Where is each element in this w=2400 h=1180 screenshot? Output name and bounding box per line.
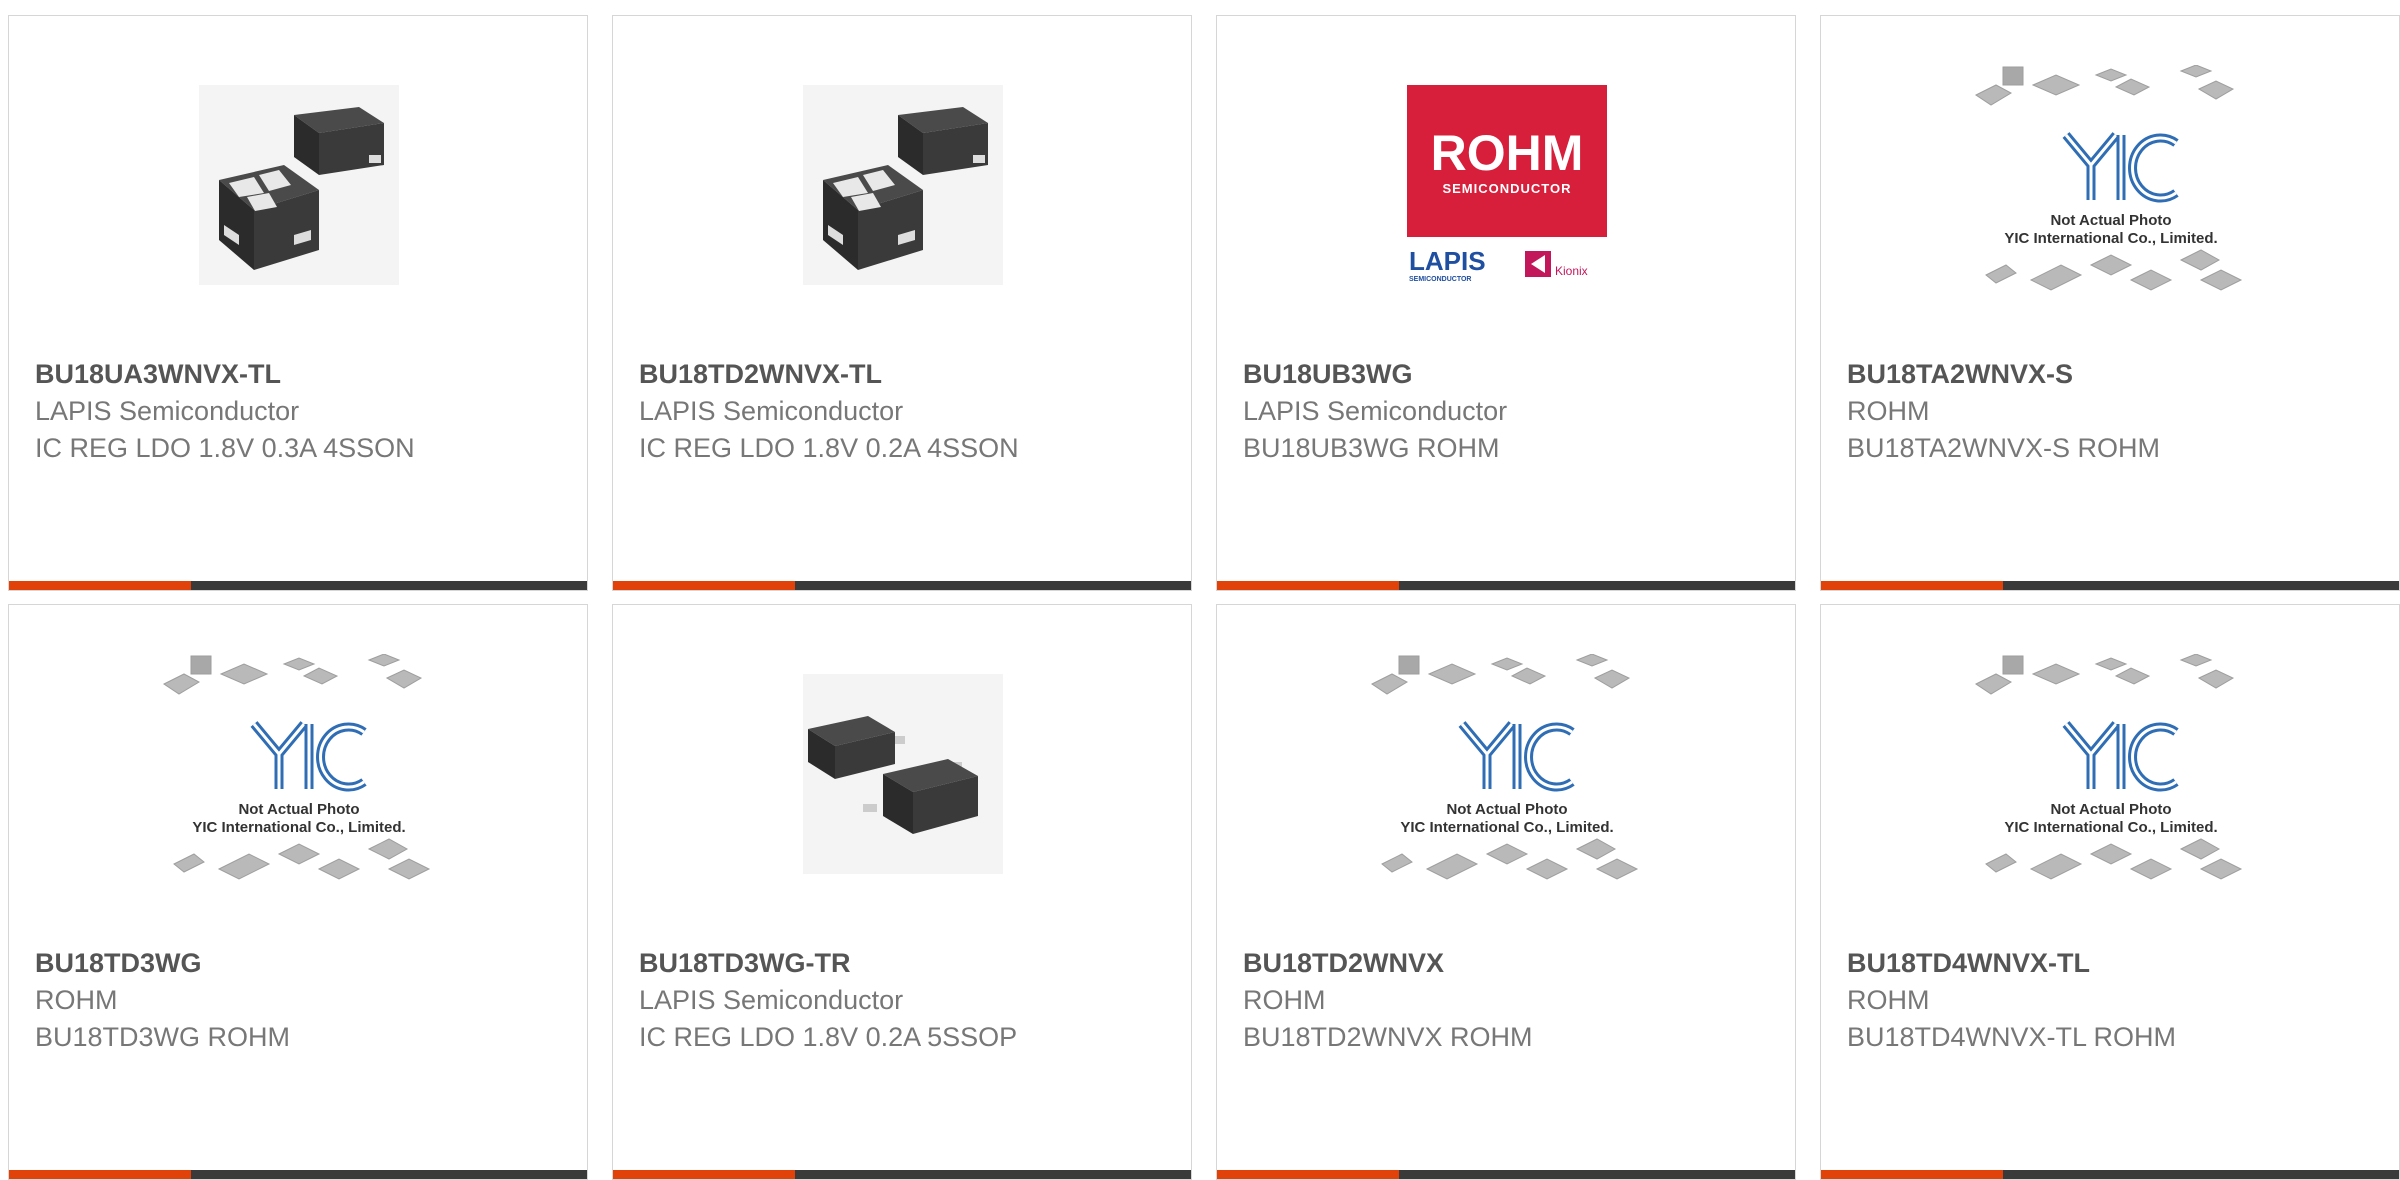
description-label: IC REG LDO 1.8V 0.2A 5SSOP bbox=[639, 1022, 1018, 1052]
placeholder-line1: Not Actual Photo bbox=[2050, 212, 2171, 229]
product-card[interactable]: BU18TD3WG-TR LAPIS Semiconductor IC REG LD… bbox=[612, 604, 1192, 1180]
manufacturer-label: ROHM bbox=[35, 985, 118, 1015]
card-bottom-bar bbox=[1821, 581, 2399, 590]
part-number-link[interactable]: BU18TA2WNVX-S bbox=[1847, 356, 2389, 393]
manufacturer-label: ROHM bbox=[1847, 396, 1930, 426]
logo-partner2: Kionix bbox=[1555, 264, 1588, 278]
product-image[interactable] bbox=[798, 82, 1008, 292]
card-bottom-bar bbox=[9, 581, 587, 590]
product-info: BU18TD2WNVX-TL LAPIS Semiconductor IC REG … bbox=[639, 356, 1181, 467]
description-label: IC REG LDO 1.8V 0.3A 4SSON bbox=[35, 433, 415, 463]
card-accent-bar bbox=[1821, 581, 2003, 590]
product-card[interactable]: ROHM SEMICONDUCTOR LAPIS SEMICONDUCTOR Kioni… bbox=[1216, 15, 1796, 591]
manufacturer-label: LAPIS Semiconductor bbox=[1243, 396, 1508, 426]
description-label: BU18TD4WNVX-TL ROHM bbox=[1847, 1022, 2177, 1052]
placeholder-image: Not Actual Photo YIC International Co., L… bbox=[1367, 652, 1647, 899]
card-bottom-bar bbox=[613, 1170, 1191, 1179]
manufacturer-label: LAPIS Semiconductor bbox=[35, 396, 300, 426]
part-number-link[interactable]: BU18TD3WG-TR bbox=[639, 945, 1181, 982]
card-bottom-bar bbox=[1217, 1170, 1795, 1179]
product-image[interactable]: Not Actual Photo YIC International Co., L… bbox=[1975, 652, 2243, 881]
product-card[interactable]: Not Actual Photo YIC International Co., L… bbox=[1820, 15, 2400, 591]
product-info: BU18TD2WNVX ROHM BU18TD2WNVX ROHM bbox=[1243, 945, 1785, 1056]
part-number-link[interactable]: BU18TD2WNVX bbox=[1243, 945, 1785, 982]
placeholder-image: Not Actual Photo YIC International Co., L… bbox=[1971, 63, 2251, 310]
logo-partner1: LAPIS bbox=[1409, 246, 1486, 276]
product-info: BU18TA2WNVX-S ROHM BU18TA2WNVX-S ROHM bbox=[1847, 356, 2389, 467]
product-image[interactable]: Not Actual Photo YIC International Co., L… bbox=[163, 652, 431, 881]
product-image[interactable]: ROHM SEMICONDUCTOR LAPIS SEMICONDUCTOR Kioni… bbox=[1402, 82, 1612, 292]
product-card[interactable]: BU18UA3WNVX-TL LAPIS Semiconductor IC REG … bbox=[8, 15, 588, 591]
chip-sson-image bbox=[199, 84, 399, 290]
placeholder-image: Not Actual Photo YIC International Co., L… bbox=[1971, 652, 2251, 899]
product-card[interactable]: BU18TD2WNVX-TL LAPIS Semiconductor IC REG … bbox=[612, 15, 1192, 591]
chip-sson-image bbox=[803, 84, 1003, 290]
part-number-link[interactable]: BU18TD4WNVX-TL bbox=[1847, 945, 2389, 982]
product-card[interactable]: Not Actual Photo YIC International Co., L… bbox=[1820, 604, 2400, 1180]
part-number-link[interactable]: BU18TD2WNVX-TL bbox=[639, 356, 1181, 393]
product-image[interactable] bbox=[798, 671, 1008, 881]
placeholder-line1: Not Actual Photo bbox=[1446, 801, 1567, 818]
part-number-link[interactable]: BU18UA3WNVX-TL bbox=[35, 356, 577, 393]
card-bottom-bar bbox=[9, 1170, 587, 1179]
placeholder-line1: Not Actual Photo bbox=[238, 801, 359, 818]
description-label: BU18TD3WG ROHM bbox=[35, 1022, 291, 1052]
product-image[interactable]: Not Actual Photo YIC International Co., L… bbox=[1975, 63, 2243, 292]
card-accent-bar bbox=[1821, 1170, 2003, 1179]
placeholder-line2: YIC International Co., Limited. bbox=[1400, 819, 1613, 836]
description-label: BU18UB3WG ROHM bbox=[1243, 433, 1500, 463]
placeholder-image: Not Actual Photo YIC International Co., L… bbox=[159, 652, 439, 899]
placeholder-line2: YIC International Co., Limited. bbox=[2004, 819, 2217, 836]
card-bottom-bar bbox=[1821, 1170, 2399, 1179]
description-label: BU18TD2WNVX ROHM bbox=[1243, 1022, 1533, 1052]
card-accent-bar bbox=[1217, 1170, 1399, 1179]
chip-ssop-image bbox=[803, 673, 1003, 879]
placeholder-line2: YIC International Co., Limited. bbox=[192, 819, 405, 836]
card-bottom-bar bbox=[613, 581, 1191, 590]
manufacturer-label: ROHM bbox=[1847, 985, 1930, 1015]
product-info: BU18TD3WG ROHM BU18TD3WG ROHM bbox=[35, 945, 577, 1056]
product-info: BU18TD4WNVX-TL ROHM BU18TD4WNVX-TL ROHM bbox=[1847, 945, 2389, 1056]
card-accent-bar bbox=[1217, 581, 1399, 590]
product-info: BU18UB3WG LAPIS Semiconductor BU18UB3WG RO… bbox=[1243, 356, 1785, 467]
card-accent-bar bbox=[613, 1170, 795, 1179]
description-label: BU18TA2WNVX-S ROHM bbox=[1847, 433, 2161, 463]
card-bottom-bar bbox=[1217, 581, 1795, 590]
placeholder-line2: YIC International Co., Limited. bbox=[2004, 230, 2217, 247]
card-accent-bar bbox=[9, 1170, 191, 1179]
part-number-link[interactable]: BU18TD3WG bbox=[35, 945, 577, 982]
product-image[interactable] bbox=[194, 82, 404, 292]
logo-partner1-sub: SEMICONDUCTOR bbox=[1409, 276, 1471, 283]
card-accent-bar bbox=[613, 581, 795, 590]
description-label: IC REG LDO 1.8V 0.2A 4SSON bbox=[639, 433, 1019, 463]
manufacturer-label: LAPIS Semiconductor bbox=[639, 396, 904, 426]
rohm-logo-image: ROHM SEMICONDUCTOR LAPIS SEMICONDUCTOR Kioni… bbox=[1407, 84, 1607, 290]
card-accent-bar bbox=[9, 581, 191, 590]
logo-brand: ROHM bbox=[1431, 125, 1584, 181]
logo-brand-sub: SEMICONDUCTOR bbox=[1442, 181, 1571, 196]
placeholder-line1: Not Actual Photo bbox=[2050, 801, 2171, 818]
product-image[interactable]: Not Actual Photo YIC International Co., L… bbox=[1371, 652, 1639, 881]
product-card[interactable]: Not Actual Photo YIC International Co., L… bbox=[1216, 604, 1796, 1180]
product-info: BU18UA3WNVX-TL LAPIS Semiconductor IC REG … bbox=[35, 356, 577, 467]
product-card[interactable]: Not Actual Photo YIC International Co., L… bbox=[8, 604, 588, 1180]
product-info: BU18TD3WG-TR LAPIS Semiconductor IC REG LD… bbox=[639, 945, 1181, 1056]
part-number-link[interactable]: BU18UB3WG bbox=[1243, 356, 1785, 393]
manufacturer-label: ROHM bbox=[1243, 985, 1326, 1015]
manufacturer-label: LAPIS Semiconductor bbox=[639, 985, 904, 1015]
